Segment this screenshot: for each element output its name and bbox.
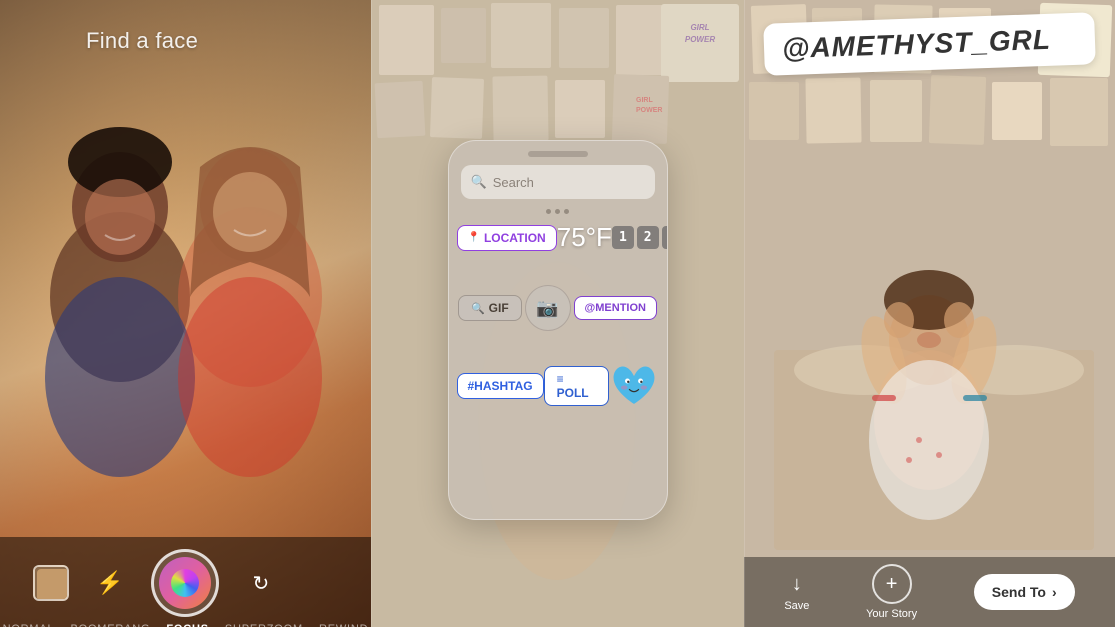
location-label: LOCATION — [484, 231, 546, 245]
save-button[interactable]: ↓ Save — [784, 573, 809, 612]
gallery-thumbnail[interactable] — [33, 565, 69, 601]
dot-3 — [564, 209, 569, 214]
instagram-logo — [171, 569, 199, 597]
camera-mode-tabs: NORMAL BOOMERANG FOCUS SUPERZOOM REWIND — [3, 621, 369, 627]
dots-indicator — [449, 209, 667, 214]
chevron-right-icon: › — [1052, 584, 1057, 600]
story-bottom-bar: ↓ Save + Your Story Send To › — [744, 557, 1115, 627]
gif-search-icon: 🔍 — [471, 302, 485, 315]
panel-divider-2 — [744, 0, 745, 627]
bedroom-wall-svg: GIRL POWER — [744, 0, 1115, 627]
plus-icon: + — [886, 573, 898, 596]
people-silhouette — [0, 97, 371, 547]
mention-sticker[interactable]: @MENTION — [574, 296, 657, 320]
shutter-button[interactable] — [151, 549, 219, 617]
phone-notch — [528, 151, 588, 157]
flash-icon: ⚡ — [96, 570, 123, 596]
tab-rewind[interactable]: REWIND — [319, 623, 368, 627]
your-story-label: Your Story — [866, 608, 917, 620]
save-label: Save — [784, 600, 809, 612]
tab-focus[interactable]: FOCUS — [166, 623, 209, 627]
location-sticker[interactable]: 📍 LOCATION — [457, 225, 557, 251]
tab-boomerang[interactable]: BOOMERANG — [70, 623, 150, 627]
phone-mockup: 🔍 Search 📍 LOCATION 75°F 1 2 3 4 — [448, 140, 668, 520]
send-to-label: Send To — [992, 584, 1046, 600]
camera-icon: 📷 — [536, 298, 558, 319]
sticker-row-3: #HASHTAG ≡ POLL — [457, 363, 659, 408]
shutter-inner — [159, 557, 211, 609]
dot-1 — [546, 209, 551, 214]
panel-divider-1 — [371, 0, 372, 627]
gif-label: GIF — [489, 301, 509, 315]
spacer-2 — [449, 337, 667, 357]
send-to-button[interactable]: Send To › — [974, 574, 1075, 610]
dot-2 — [555, 209, 560, 214]
flip-camera-button[interactable]: ↻ — [245, 567, 277, 599]
camera-bottom-bar: ⚡ ↻ NORMAL BOOMERANG FOCUS SUPERZOOM REW… — [0, 537, 371, 627]
search-icon: 🔍 — [471, 174, 487, 190]
camera-panel: Find a face ⚡ ↻ NORMAL — [0, 0, 371, 627]
flash-button[interactable]: ⚡ — [94, 567, 126, 599]
sticker-row-2: 🔍 GIF 📷 @MENTION — [457, 285, 659, 331]
location-pin-icon: 📍 — [468, 232, 480, 243]
temperature-sticker[interactable]: 75°F — [557, 222, 612, 253]
poll-sticker[interactable]: ≡ POLL — [544, 366, 609, 406]
spacer-1 — [449, 259, 667, 279]
your-story-circle: + — [872, 564, 912, 604]
flip-icon: ↻ — [252, 571, 269, 596]
camera-sticker[interactable]: 📷 — [525, 285, 571, 331]
save-icon: ↓ — [792, 573, 802, 596]
time-digit-2: 2 — [637, 226, 659, 249]
heart-sticker[interactable] — [609, 363, 659, 408]
time-digit-1: 1 — [612, 226, 634, 249]
time-sticker[interactable]: 1 2 3 4 — [612, 226, 668, 249]
username-text: @AMETHYST_GRL — [782, 24, 1052, 64]
gif-sticker[interactable]: 🔍 GIF — [458, 295, 522, 321]
tab-superzoom[interactable]: SUPERZOOM — [225, 623, 303, 627]
search-placeholder-text: Search — [493, 175, 534, 190]
sticker-search-bar[interactable]: 🔍 Search — [461, 165, 655, 199]
spacer — [302, 565, 338, 601]
sticker-row-1: 📍 LOCATION 75°F 1 2 3 4 — [457, 222, 659, 253]
time-digit-3: 3 — [662, 226, 668, 249]
camera-controls: ⚡ ↻ — [0, 537, 371, 621]
tab-normal[interactable]: NORMAL — [3, 623, 55, 627]
find-face-label: Find a face — [86, 28, 198, 54]
your-story-button[interactable]: + Your Story — [866, 564, 917, 620]
story-preview-panel: GIRL POWER — [744, 0, 1115, 627]
heart-svg-icon — [609, 363, 659, 408]
hashtag-sticker[interactable]: #HASHTAG — [457, 373, 544, 399]
sticker-picker-panel: GIRL POWER GIRL POWER 🔍 Search — [371, 0, 744, 627]
